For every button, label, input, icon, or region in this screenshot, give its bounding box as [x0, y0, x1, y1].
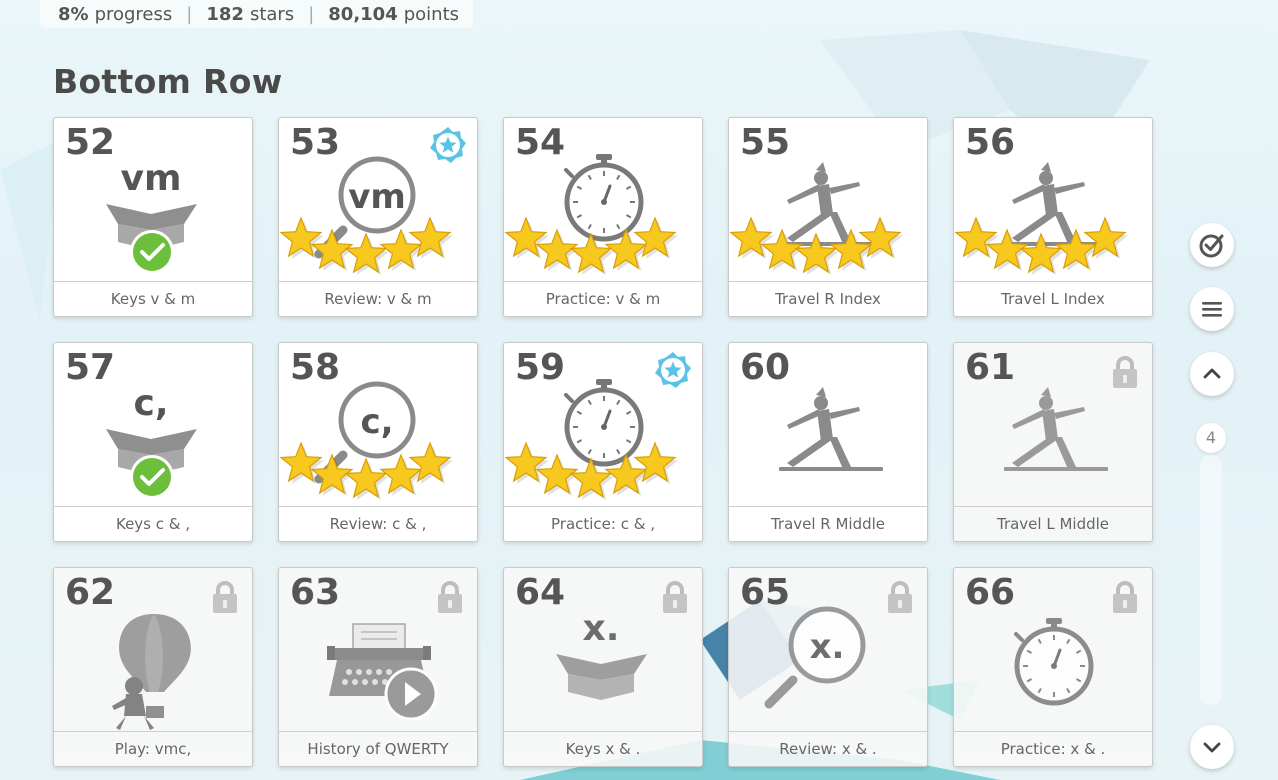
key-letters: c, — [360, 402, 393, 442]
lesson-card-66[interactable]: 66 Practice: x & . — [953, 567, 1153, 767]
lesson-label: Review: c & , — [279, 506, 477, 541]
points-count: 80,104 — [328, 3, 398, 25]
lesson-number: 57 — [65, 347, 116, 388]
yoga-pose-icon — [1004, 387, 1108, 471]
section-title: Bottom Row — [53, 62, 283, 101]
check-badge-icon — [130, 455, 174, 499]
key-letters: x. — [810, 627, 845, 667]
lesson-number: 59 — [515, 347, 566, 388]
lesson-grid: vm 52 Keys v & m vm 53 Review: v & m 54 Pra… — [53, 117, 1153, 777]
lesson-number: 66 — [965, 572, 1016, 613]
stopwatch-icon — [1014, 618, 1094, 706]
key-letters: x. — [583, 608, 620, 649]
lock-icon — [438, 581, 462, 613]
lesson-number: 54 — [515, 122, 566, 163]
chevron-up-icon — [1203, 368, 1221, 379]
page-indicator: 4 — [1196, 423, 1226, 453]
lesson-label: Keys c & , — [54, 506, 252, 541]
lesson-label: Review: x & . — [729, 731, 927, 766]
lesson-label: Travel R Middle — [729, 506, 927, 541]
stars-count: 182 — [206, 3, 244, 25]
achievement-badge-icon — [655, 352, 691, 388]
lesson-card-54[interactable]: 54 Practice: v & m — [503, 117, 703, 317]
lesson-card-57[interactable]: c, 57 Keys c & , — [53, 342, 253, 542]
lock-icon — [213, 581, 237, 613]
yoga-pose-icon — [779, 387, 883, 471]
lesson-card-60[interactable]: 60 Travel R Middle — [728, 342, 928, 542]
progress-summary: 8% progress | 182 stars | 80,104 points — [40, 0, 474, 28]
lesson-card-52[interactable]: vm 52 Keys v & m — [53, 117, 253, 317]
lesson-card-64[interactable]: x. 64 Keys x & . — [503, 567, 703, 767]
lesson-label: Travel L Middle — [954, 506, 1152, 541]
lock-icon — [1113, 581, 1137, 613]
stopwatch-icon — [564, 154, 644, 242]
play-icon — [384, 667, 438, 721]
lesson-number: 61 — [965, 347, 1016, 388]
lesson-label: Keys x & . — [504, 731, 702, 766]
check-circle-icon — [1199, 234, 1224, 258]
lesson-number: 60 — [740, 347, 791, 388]
scroll-down-button[interactable] — [1190, 725, 1234, 769]
hamburger-icon — [1202, 302, 1222, 317]
lesson-number: 65 — [740, 572, 791, 613]
lesson-label: Practice: c & , — [504, 506, 702, 541]
lesson-number: 53 — [290, 122, 341, 163]
page-scroll-track[interactable] — [1200, 455, 1222, 705]
lock-icon — [888, 581, 912, 613]
lock-icon — [1113, 356, 1137, 388]
progress-percent: 8% — [58, 3, 89, 25]
lesson-card-55[interactable]: 55 Travel R Index — [728, 117, 928, 317]
lesson-card-59[interactable]: 59 Practice: c & , — [503, 342, 703, 542]
menu-button[interactable] — [1190, 287, 1234, 331]
lesson-card-65[interactable]: x. 65 Review: x & . — [728, 567, 928, 767]
progress-label: progress — [94, 3, 173, 25]
lesson-label: Travel L Index — [954, 281, 1152, 316]
lesson-card-53[interactable]: vm 53 Review: v & m — [278, 117, 478, 317]
lesson-number: 62 — [65, 572, 116, 613]
stars-label: stars — [249, 3, 295, 25]
lesson-number: 63 — [290, 572, 341, 613]
lesson-number: 55 — [740, 122, 791, 163]
lesson-label: Review: v & m — [279, 281, 477, 316]
lesson-card-62[interactable]: 62 Play: vmc, — [53, 567, 253, 767]
lesson-label: Play: vmc, — [54, 731, 252, 766]
points-label: points — [403, 3, 460, 25]
check-progress-button[interactable] — [1190, 223, 1234, 267]
lesson-number: 58 — [290, 347, 341, 388]
lesson-label: Keys v & m — [54, 281, 252, 316]
lesson-number: 56 — [965, 122, 1016, 163]
lesson-label: Practice: x & . — [954, 731, 1152, 766]
chevron-down-icon — [1203, 742, 1221, 753]
lesson-number: 52 — [65, 122, 116, 163]
lesson-number: 64 — [515, 572, 566, 613]
achievement-badge-icon — [430, 127, 466, 163]
lesson-card-58[interactable]: c, 58 Review: c & , — [278, 342, 478, 542]
lock-icon — [663, 581, 687, 613]
key-letters: vm — [121, 158, 182, 199]
stopwatch-icon — [564, 379, 644, 467]
lesson-label: History of QWERTY — [279, 731, 477, 766]
key-letters: c, — [133, 383, 168, 424]
check-badge-icon — [130, 230, 174, 274]
scroll-up-button[interactable] — [1190, 352, 1234, 396]
key-letters: vm — [348, 177, 406, 217]
lesson-label: Practice: v & m — [504, 281, 702, 316]
lesson-card-61[interactable]: 61 Travel L Middle — [953, 342, 1153, 542]
lesson-card-56[interactable]: 56 Travel L Index — [953, 117, 1153, 317]
lesson-card-63[interactable]: 63 History of QWERTY — [278, 567, 478, 767]
lesson-label: Travel R Index — [729, 281, 927, 316]
